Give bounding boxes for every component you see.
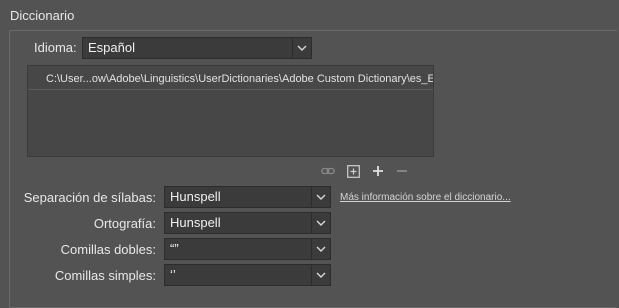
chevron-down-icon — [311, 213, 330, 233]
language-value: Español — [88, 40, 135, 55]
chevron-down-icon — [311, 239, 330, 259]
language-select[interactable]: Español — [82, 37, 312, 59]
chevron-down-icon — [311, 187, 330, 207]
single-quotes-select[interactable]: ‘’ — [164, 264, 331, 286]
chevron-down-icon — [292, 38, 311, 58]
remove-icon[interactable] — [394, 163, 410, 179]
language-label: Idioma: — [34, 40, 77, 55]
add-icon[interactable] — [370, 163, 386, 179]
hyphenation-select[interactable]: Hunspell — [164, 186, 331, 208]
section-title: Diccionario — [10, 8, 75, 23]
double-quotes-select[interactable]: “” — [164, 238, 331, 260]
dictionary-list[interactable]: C:\User...ow\Adobe\Linguistics\UserDicti… — [27, 65, 434, 157]
double-quotes-value: “” — [170, 241, 179, 256]
single-quotes-value: ‘’ — [170, 267, 176, 282]
hyphenation-label: Separación de sílabas: — [23, 190, 156, 205]
chevron-down-icon — [311, 265, 330, 285]
new-dictionary-icon[interactable] — [345, 163, 361, 179]
link-icon[interactable] — [320, 163, 336, 179]
hyphenation-value: Hunspell — [170, 189, 221, 204]
spelling-select[interactable]: Hunspell — [164, 212, 331, 234]
more-info-link[interactable]: Más información sobre el diccionario... — [340, 192, 511, 203]
list-item[interactable]: C:\User...ow\Adobe\Linguistics\UserDicti… — [28, 68, 433, 90]
spelling-label: Ortografía: — [93, 216, 156, 231]
single-quotes-label: Comillas simples: — [54, 268, 156, 283]
double-quotes-label: Comillas dobles: — [60, 242, 156, 257]
spelling-value: Hunspell — [170, 215, 221, 230]
